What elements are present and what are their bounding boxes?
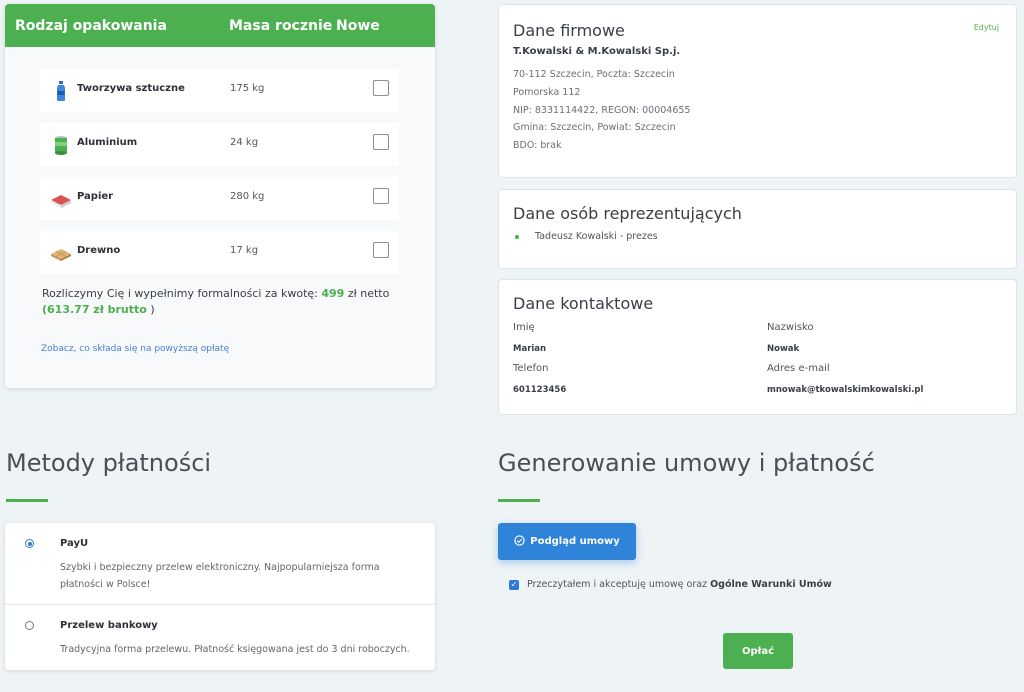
new-checkbox[interactable]: [373, 188, 389, 204]
packaging-name: Drewno: [77, 245, 121, 256]
payment-option-name: Przelew bankowy: [60, 620, 158, 631]
contact-card: Dane kontaktowe Imię Marian Nazwisko Now…: [498, 279, 1017, 415]
representatives-card-title: Dane osób reprezentujących: [513, 204, 742, 223]
company-card-title: Dane firmowe: [513, 21, 625, 40]
price-prefix: Rozliczymy Cię i wypełnimy formalności z…: [42, 287, 322, 300]
payment-option-description: Tradycyjna forma przelewu. Płatność księ…: [60, 644, 410, 655]
price-net-suffix: zł netto: [344, 287, 390, 300]
company-bdo: BDO: brak: [513, 140, 562, 152]
terms-checkbox[interactable]: ✓: [509, 580, 519, 590]
price-net-value: 499: [321, 287, 345, 300]
edit-link[interactable]: Edytuj: [974, 23, 999, 32]
aluminium-can-icon: [50, 134, 72, 156]
contract-preview-label: Podgląd umowy: [530, 536, 620, 547]
company-card: Dane firmowe Edytuj T.Kowalski & M.Kowal…: [498, 4, 1017, 178]
company-tax-ids: NIP: 8331114422, REGON: 00004655: [513, 104, 691, 116]
last-name-label: Nazwisko: [767, 322, 814, 333]
packaging-card: Rodzaj opakowania Masa rocznie Nowe Twor…: [5, 4, 435, 388]
terms-text: Przeczytałem i akceptuję umowę oraz Ogól…: [527, 579, 832, 590]
contact-card-title: Dane kontaktowe: [513, 294, 654, 313]
representatives-card: Dane osób reprezentujących Tadeusz Kowal…: [498, 189, 1017, 269]
company-address: 70-112 Szczecin, Poczta: Szczecin: [513, 69, 675, 80]
first-name-label: Imię: [513, 322, 535, 333]
column-header-new: Nowe: [336, 18, 380, 34]
new-checkbox[interactable]: [373, 134, 389, 150]
divider: [5, 604, 435, 605]
column-header-type: Rodzaj opakowania: [15, 18, 167, 34]
payment-option-description: Szybki i bezpieczny przelew elektroniczn…: [60, 562, 380, 590]
check-circle-icon: [514, 534, 525, 549]
section-underline: [498, 499, 540, 502]
wooden-pallet-icon: [50, 242, 72, 264]
representative-item: Tadeusz Kowalski - prezes: [515, 231, 658, 242]
payu-radio[interactable]: [25, 539, 34, 548]
email-value: mnowak@tkowalskimkowalski.pl: [767, 385, 924, 395]
company-name: T.Kowalski & M.Kowalski Sp.j.: [513, 46, 681, 57]
new-checkbox[interactable]: [373, 242, 389, 258]
packaging-table-header: Rodzaj opakowania Masa rocznie Nowe: [5, 4, 435, 47]
packaging-row-plastic: Tworzywa sztuczne 175 kg: [40, 69, 399, 112]
company-details: 70-112 Szczecin, Poczta: Szczecin Pomors…: [513, 66, 690, 155]
bank-transfer-radio[interactable]: [25, 621, 34, 630]
payment-option-name: PayU: [60, 538, 89, 549]
column-header-mass: Masa rocznie: [229, 18, 333, 34]
packaging-name: Aluminium: [77, 137, 138, 148]
section-underline: [6, 499, 48, 502]
phone-label: Telefon: [513, 363, 549, 374]
packaging-name: Tworzywa sztuczne: [77, 83, 185, 94]
contract-preview-button[interactable]: Podgląd umowy: [498, 523, 636, 560]
bullet-icon: [515, 234, 519, 239]
paper-box-icon: [50, 188, 72, 210]
payment-methods-card: PayU Szybki i bezpieczny przelew elektro…: [5, 523, 435, 670]
first-name-value: Marian: [513, 344, 547, 354]
last-name-value: Nowak: [767, 344, 800, 354]
phone-value: 601123456: [513, 385, 567, 395]
packaging-row-aluminium: Aluminium 24 kg: [40, 123, 399, 166]
terms-prefix: Przeczytałem i akceptuję umowę oraz: [527, 579, 711, 590]
contract-section-title: Generowanie umowy i płatność: [498, 449, 875, 477]
packaging-mass: 24 kg: [230, 137, 259, 148]
new-checkbox[interactable]: [373, 80, 389, 96]
fee-breakdown-link[interactable]: Zobacz, co składa się na powyższą opłatę: [41, 344, 229, 354]
packaging-mass: 280 kg: [230, 191, 265, 202]
company-street: Pomorska 112: [513, 86, 581, 98]
packaging-row-paper: Papier 280 kg: [40, 177, 399, 220]
price-gross: 613.77 zł brutto: [47, 303, 147, 316]
plastic-bottle-icon: [50, 80, 72, 102]
packaging-mass: 175 kg: [230, 83, 265, 94]
packaging-row-wood: Drewno 17 kg: [40, 231, 399, 274]
price-close: ): [146, 303, 155, 316]
terms-link[interactable]: Ogólne Warunki Umów: [710, 579, 832, 590]
price-summary: Rozliczymy Cię i wypełnimy formalności z…: [42, 286, 422, 318]
representative-text: Tadeusz Kowalski - prezes: [535, 231, 658, 242]
packaging-mass: 17 kg: [230, 245, 259, 256]
email-label: Adres e-mail: [767, 363, 830, 374]
payment-methods-title: Metody płatności: [6, 449, 212, 477]
packaging-name: Papier: [77, 191, 114, 202]
pay-button[interactable]: Opłać: [723, 633, 793, 669]
company-district: Gmina: Szczecin, Powiat: Szczecin: [513, 122, 676, 134]
